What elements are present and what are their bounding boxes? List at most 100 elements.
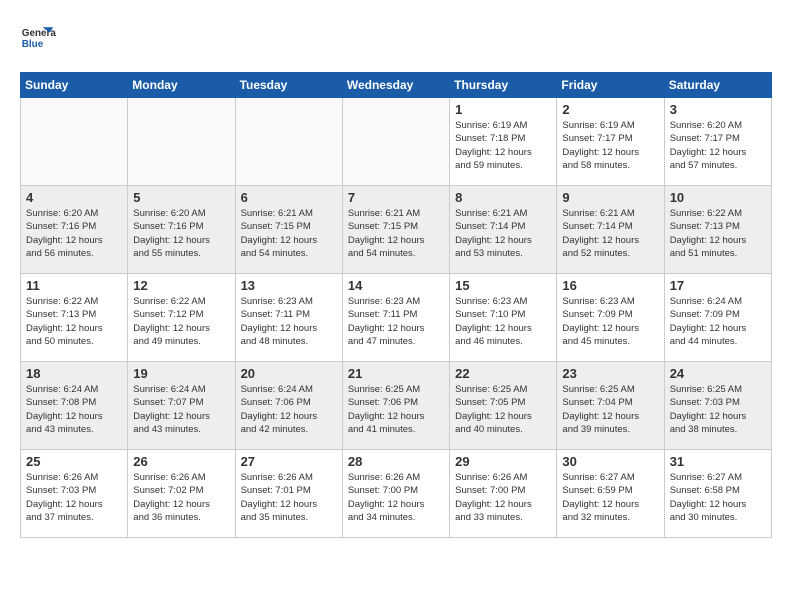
calendar-cell: 16Sunrise: 6:23 AM Sunset: 7:09 PM Dayli… (557, 274, 664, 362)
calendar-cell: 19 Sunrise: 6:24 AM Sunset: 7:07 PM Dayli… (128, 362, 235, 450)
calendar-cell: 4 Sunrise: 6:20 AM Sunset: 7:16 PM Daylig… (21, 186, 128, 274)
day-info: Sunrise: 6:26 AM Sunset: 7:00 PM Dayligh… (455, 471, 551, 524)
day-info: Sunrise: 6:27 AM Sunset: 6:59 PM Dayligh… (562, 471, 658, 524)
day-number: 19 (133, 366, 229, 381)
calendar-cell: 31 Sunrise: 6:27 AM Sunset: 6:58 PM Dayli… (664, 450, 771, 538)
page-header: General Blue (20, 20, 772, 56)
calendar-cell: 3 Sunrise: 6:20 AM Sunset: 7:17 PM Daylig… (664, 98, 771, 186)
day-number: 13 (241, 278, 337, 293)
calendar-cell: 14Sunrise: 6:23 AM Sunset: 7:11 PM Dayli… (342, 274, 449, 362)
column-header-wednesday: Wednesday (342, 73, 449, 98)
calendar-cell: 22 Sunrise: 6:25 AM Sunset: 7:05 PM Dayli… (450, 362, 557, 450)
day-info: Sunrise: 6:25 AM Sunset: 7:06 PM Dayligh… (348, 383, 444, 436)
calendar-week-row: 11Sunrise: 6:22 AM Sunset: 7:13 PM Dayli… (21, 274, 772, 362)
day-info: Sunrise: 6:23 AM Sunset: 7:11 PM Dayligh… (241, 295, 337, 348)
column-header-saturday: Saturday (664, 73, 771, 98)
day-number: 20 (241, 366, 337, 381)
day-info: Sunrise: 6:27 AM Sunset: 6:58 PM Dayligh… (670, 471, 766, 524)
calendar-cell: 18 Sunrise: 6:24 AM Sunset: 7:08 PM Dayli… (21, 362, 128, 450)
calendar-cell (21, 98, 128, 186)
day-number: 27 (241, 454, 337, 469)
calendar-week-row: 18 Sunrise: 6:24 AM Sunset: 7:08 PM Dayli… (21, 362, 772, 450)
day-info: Sunrise: 6:21 AM Sunset: 7:14 PM Dayligh… (562, 207, 658, 260)
calendar-cell (235, 98, 342, 186)
calendar-cell: 12 Sunrise: 6:22 AM Sunset: 7:12 PM Dayli… (128, 274, 235, 362)
day-info: Sunrise: 6:26 AM Sunset: 7:03 PM Dayligh… (26, 471, 122, 524)
day-info: Sunrise: 6:25 AM Sunset: 7:05 PM Dayligh… (455, 383, 551, 436)
day-number: 14 (348, 278, 444, 293)
calendar-cell: 17 Sunrise: 6:24 AM Sunset: 7:09 PM Dayli… (664, 274, 771, 362)
calendar-cell: 28 Sunrise: 6:26 AM Sunset: 7:00 PM Dayli… (342, 450, 449, 538)
calendar-cell: 21 Sunrise: 6:25 AM Sunset: 7:06 PM Dayli… (342, 362, 449, 450)
calendar-cell (342, 98, 449, 186)
day-info: Sunrise: 6:26 AM Sunset: 7:00 PM Dayligh… (348, 471, 444, 524)
day-info: Sunrise: 6:20 AM Sunset: 7:16 PM Dayligh… (26, 207, 122, 260)
day-info: Sunrise: 6:19 AM Sunset: 7:17 PM Dayligh… (562, 119, 658, 172)
calendar-week-row: 25 Sunrise: 6:26 AM Sunset: 7:03 PM Dayli… (21, 450, 772, 538)
day-info: Sunrise: 6:23 AM Sunset: 7:10 PM Dayligh… (455, 295, 551, 348)
day-number: 25 (26, 454, 122, 469)
day-info: Sunrise: 6:24 AM Sunset: 7:07 PM Dayligh… (133, 383, 229, 436)
column-header-sunday: Sunday (21, 73, 128, 98)
day-number: 30 (562, 454, 658, 469)
calendar-cell: 8Sunrise: 6:21 AM Sunset: 7:14 PM Daylig… (450, 186, 557, 274)
day-number: 2 (562, 102, 658, 117)
calendar-table: SundayMondayTuesdayWednesdayThursdayFrid… (20, 72, 772, 538)
day-number: 1 (455, 102, 551, 117)
day-info: Sunrise: 6:21 AM Sunset: 7:15 PM Dayligh… (241, 207, 337, 260)
day-info: Sunrise: 6:24 AM Sunset: 7:08 PM Dayligh… (26, 383, 122, 436)
column-header-friday: Friday (557, 73, 664, 98)
day-number: 26 (133, 454, 229, 469)
svg-text:Blue: Blue (22, 39, 44, 50)
day-info: Sunrise: 6:25 AM Sunset: 7:04 PM Dayligh… (562, 383, 658, 436)
calendar-cell: 25 Sunrise: 6:26 AM Sunset: 7:03 PM Dayli… (21, 450, 128, 538)
day-info: Sunrise: 6:20 AM Sunset: 7:16 PM Dayligh… (133, 207, 229, 260)
calendar-cell: 23 Sunrise: 6:25 AM Sunset: 7:04 PM Dayli… (557, 362, 664, 450)
day-number: 31 (670, 454, 766, 469)
day-info: Sunrise: 6:24 AM Sunset: 7:06 PM Dayligh… (241, 383, 337, 436)
calendar-cell: 27 Sunrise: 6:26 AM Sunset: 7:01 PM Dayli… (235, 450, 342, 538)
day-number: 29 (455, 454, 551, 469)
logo: General Blue (20, 20, 60, 56)
calendar-cell: 6 Sunrise: 6:21 AM Sunset: 7:15 PM Daylig… (235, 186, 342, 274)
day-info: Sunrise: 6:20 AM Sunset: 7:17 PM Dayligh… (670, 119, 766, 172)
calendar-cell: 5 Sunrise: 6:20 AM Sunset: 7:16 PM Daylig… (128, 186, 235, 274)
calendar-cell: 15 Sunrise: 6:23 AM Sunset: 7:10 PM Dayli… (450, 274, 557, 362)
day-info: Sunrise: 6:24 AM Sunset: 7:09 PM Dayligh… (670, 295, 766, 348)
day-number: 8 (455, 190, 551, 205)
day-number: 24 (670, 366, 766, 381)
day-number: 15 (455, 278, 551, 293)
logo-icon: General Blue (20, 20, 56, 56)
calendar-cell: 11Sunrise: 6:22 AM Sunset: 7:13 PM Dayli… (21, 274, 128, 362)
day-number: 6 (241, 190, 337, 205)
day-info: Sunrise: 6:23 AM Sunset: 7:09 PM Dayligh… (562, 295, 658, 348)
day-number: 28 (348, 454, 444, 469)
day-number: 23 (562, 366, 658, 381)
day-info: Sunrise: 6:22 AM Sunset: 7:13 PM Dayligh… (670, 207, 766, 260)
day-number: 21 (348, 366, 444, 381)
day-info: Sunrise: 6:22 AM Sunset: 7:12 PM Dayligh… (133, 295, 229, 348)
day-number: 17 (670, 278, 766, 293)
day-info: Sunrise: 6:19 AM Sunset: 7:18 PM Dayligh… (455, 119, 551, 172)
day-info: Sunrise: 6:26 AM Sunset: 7:01 PM Dayligh… (241, 471, 337, 524)
day-number: 3 (670, 102, 766, 117)
calendar-cell: 9 Sunrise: 6:21 AM Sunset: 7:14 PM Daylig… (557, 186, 664, 274)
calendar-cell: 26 Sunrise: 6:26 AM Sunset: 7:02 PM Dayli… (128, 450, 235, 538)
column-header-monday: Monday (128, 73, 235, 98)
day-info: Sunrise: 6:25 AM Sunset: 7:03 PM Dayligh… (670, 383, 766, 436)
day-number: 18 (26, 366, 122, 381)
calendar-week-row: 1 Sunrise: 6:19 AM Sunset: 7:18 PM Daylig… (21, 98, 772, 186)
column-header-thursday: Thursday (450, 73, 557, 98)
day-number: 9 (562, 190, 658, 205)
day-number: 12 (133, 278, 229, 293)
day-number: 5 (133, 190, 229, 205)
day-number: 10 (670, 190, 766, 205)
day-info: Sunrise: 6:26 AM Sunset: 7:02 PM Dayligh… (133, 471, 229, 524)
calendar-week-row: 4 Sunrise: 6:20 AM Sunset: 7:16 PM Daylig… (21, 186, 772, 274)
day-number: 4 (26, 190, 122, 205)
column-header-tuesday: Tuesday (235, 73, 342, 98)
calendar-cell: 29 Sunrise: 6:26 AM Sunset: 7:00 PM Dayli… (450, 450, 557, 538)
calendar-cell: 20 Sunrise: 6:24 AM Sunset: 7:06 PM Dayli… (235, 362, 342, 450)
day-number: 22 (455, 366, 551, 381)
calendar-cell (128, 98, 235, 186)
